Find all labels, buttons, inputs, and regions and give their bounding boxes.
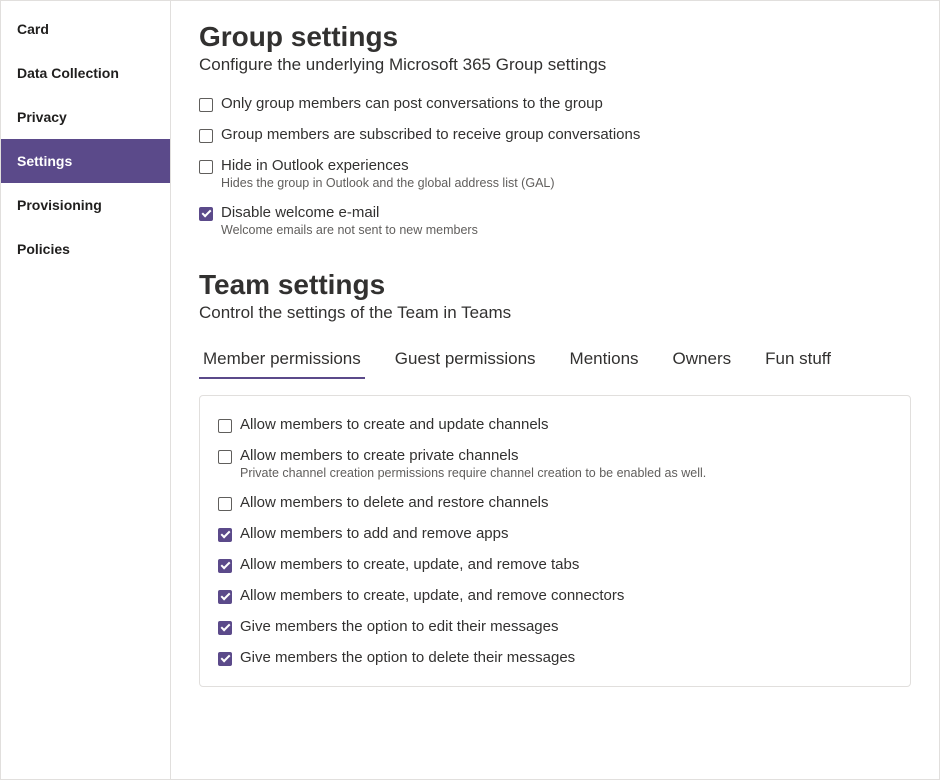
team-settings-title: Team settings bbox=[199, 269, 911, 301]
checkbox-icon[interactable] bbox=[199, 160, 213, 174]
checkbox-text: Disable welcome e-mail bbox=[221, 204, 379, 221]
checkbox-icon[interactable] bbox=[218, 528, 232, 542]
help-text: Private channel creation permissions req… bbox=[240, 466, 892, 480]
checkbox-text: Give members the option to edit their me… bbox=[240, 618, 559, 635]
checkbox-row-add-remove-apps: Allow members to add and remove apps bbox=[218, 525, 892, 542]
tab-panel-member-permissions: Allow members to create and update chann… bbox=[199, 395, 911, 687]
checkbox-row-subscribed: Group members are subscribed to receive … bbox=[199, 126, 911, 143]
sidebar-item-policies[interactable]: Policies bbox=[1, 227, 170, 271]
tab-owners[interactable]: Owners bbox=[669, 343, 736, 379]
checkbox-text: Give members the option to delete their … bbox=[240, 649, 575, 666]
tab-fun-stuff[interactable]: Fun stuff bbox=[761, 343, 835, 379]
checkbox-row-create-private-channels: Allow members to create private channels… bbox=[218, 447, 892, 480]
checkbox-row-connectors: Allow members to create, update, and rem… bbox=[218, 587, 892, 604]
sidebar-item-label: Policies bbox=[17, 241, 70, 257]
checkbox-label[interactable]: Give members the option to edit their me… bbox=[218, 618, 892, 635]
tab-guest-permissions[interactable]: Guest permissions bbox=[391, 343, 540, 379]
checkbox-icon[interactable] bbox=[218, 497, 232, 511]
checkbox-text: Allow members to create private channels bbox=[240, 447, 518, 464]
tab-label: Guest permissions bbox=[395, 349, 536, 368]
checkbox-label[interactable]: Disable welcome e-mail bbox=[199, 204, 911, 221]
checkbox-label[interactable]: Allow members to create, update, and rem… bbox=[218, 556, 892, 573]
checkbox-icon[interactable] bbox=[218, 621, 232, 635]
checkbox-row-hide-outlook: Hide in Outlook experiences Hides the gr… bbox=[199, 157, 911, 190]
tab-member-permissions[interactable]: Member permissions bbox=[199, 343, 365, 379]
checkbox-text: Allow members to create and update chann… bbox=[240, 416, 549, 433]
checkbox-label[interactable]: Give members the option to delete their … bbox=[218, 649, 892, 666]
sidebar: Card Data Collection Privacy Settings Pr… bbox=[1, 1, 171, 779]
checkbox-text: Allow members to create, update, and rem… bbox=[240, 587, 624, 604]
team-settings-subtitle: Control the settings of the Team in Team… bbox=[199, 303, 911, 323]
checkbox-label[interactable]: Allow members to add and remove apps bbox=[218, 525, 892, 542]
tab-label: Mentions bbox=[570, 349, 639, 368]
checkbox-label[interactable]: Group members are subscribed to receive … bbox=[199, 126, 911, 143]
checkbox-icon[interactable] bbox=[218, 559, 232, 573]
checkbox-row-create-update-channels: Allow members to create and update chann… bbox=[218, 416, 892, 433]
checkbox-label[interactable]: Allow members to create, update, and rem… bbox=[218, 587, 892, 604]
sidebar-item-provisioning[interactable]: Provisioning bbox=[1, 183, 170, 227]
sidebar-item-data-collection[interactable]: Data Collection bbox=[1, 51, 170, 95]
checkbox-icon[interactable] bbox=[218, 590, 232, 604]
checkbox-label[interactable]: Allow members to create private channels bbox=[218, 447, 892, 464]
checkbox-text: Group members are subscribed to receive … bbox=[221, 126, 640, 143]
tab-label: Fun stuff bbox=[765, 349, 831, 368]
sidebar-item-label: Provisioning bbox=[17, 197, 102, 213]
checkbox-label[interactable]: Hide in Outlook experiences bbox=[199, 157, 911, 174]
checkbox-icon[interactable] bbox=[218, 652, 232, 666]
tab-label: Member permissions bbox=[203, 349, 361, 368]
checkbox-icon[interactable] bbox=[199, 207, 213, 221]
checkbox-text: Only group members can post conversation… bbox=[221, 95, 603, 112]
tab-mentions[interactable]: Mentions bbox=[566, 343, 643, 379]
checkbox-icon[interactable] bbox=[199, 129, 213, 143]
tab-label: Owners bbox=[673, 349, 732, 368]
sidebar-item-label: Card bbox=[17, 21, 49, 37]
sidebar-item-settings[interactable]: Settings bbox=[1, 139, 170, 183]
checkbox-text: Allow members to delete and restore chan… bbox=[240, 494, 549, 511]
main-content: Group settings Configure the underlying … bbox=[171, 1, 939, 779]
checkbox-row-members-post: Only group members can post conversation… bbox=[199, 95, 911, 112]
checkbox-row-tabs: Allow members to create, update, and rem… bbox=[218, 556, 892, 573]
checkbox-text: Hide in Outlook experiences bbox=[221, 157, 409, 174]
checkbox-label[interactable]: Allow members to delete and restore chan… bbox=[218, 494, 892, 511]
checkbox-row-delete-restore-channels: Allow members to delete and restore chan… bbox=[218, 494, 892, 511]
checkbox-row-disable-welcome: Disable welcome e-mail Welcome emails ar… bbox=[199, 204, 911, 237]
group-settings-title: Group settings bbox=[199, 21, 911, 53]
sidebar-item-privacy[interactable]: Privacy bbox=[1, 95, 170, 139]
checkbox-row-delete-messages: Give members the option to delete their … bbox=[218, 649, 892, 666]
checkbox-text: Allow members to add and remove apps bbox=[240, 525, 508, 542]
group-settings-subtitle: Configure the underlying Microsoft 365 G… bbox=[199, 55, 911, 75]
checkbox-label[interactable]: Allow members to create and update chann… bbox=[218, 416, 892, 433]
checkbox-icon[interactable] bbox=[218, 419, 232, 433]
help-text: Welcome emails are not sent to new membe… bbox=[221, 223, 911, 237]
checkbox-icon[interactable] bbox=[199, 98, 213, 112]
team-settings-section: Team settings Control the settings of th… bbox=[199, 269, 911, 687]
checkbox-text: Allow members to create, update, and rem… bbox=[240, 556, 579, 573]
checkbox-label[interactable]: Only group members can post conversation… bbox=[199, 95, 911, 112]
help-text: Hides the group in Outlook and the globa… bbox=[221, 176, 911, 190]
group-settings-section: Group settings Configure the underlying … bbox=[199, 21, 911, 237]
sidebar-item-label: Settings bbox=[17, 153, 72, 169]
sidebar-item-label: Privacy bbox=[17, 109, 67, 125]
checkbox-icon[interactable] bbox=[218, 450, 232, 464]
sidebar-item-label: Data Collection bbox=[17, 65, 119, 81]
team-settings-tabs: Member permissions Guest permissions Men… bbox=[199, 343, 911, 379]
checkbox-row-edit-messages: Give members the option to edit their me… bbox=[218, 618, 892, 635]
sidebar-item-card[interactable]: Card bbox=[1, 7, 170, 51]
